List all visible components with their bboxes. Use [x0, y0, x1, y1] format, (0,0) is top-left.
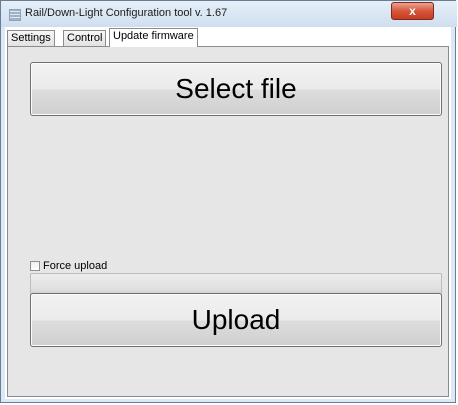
update-firmware-panel: Select file Force upload Upload: [7, 46, 449, 397]
tab-control[interactable]: Control: [63, 30, 107, 46]
client-area: Settings Control Update firmware Select …: [5, 27, 451, 399]
force-upload-checkbox[interactable]: [30, 261, 40, 271]
upload-button[interactable]: Upload: [30, 293, 442, 347]
force-upload-label: Force upload: [43, 260, 108, 272]
tab-settings[interactable]: Settings: [7, 30, 55, 46]
close-icon: x: [409, 4, 416, 18]
app-icon: [9, 9, 21, 21]
select-file-button[interactable]: Select file: [30, 62, 442, 116]
close-button[interactable]: x: [391, 2, 434, 20]
force-upload-option[interactable]: Force upload: [30, 259, 107, 273]
window-title: Rail/Down-Light Configuration tool v. 1.…: [25, 7, 228, 19]
tab-update-firmware[interactable]: Update firmware: [109, 28, 198, 47]
main-window: Rail/Down-Light Configuration tool v. 1.…: [0, 0, 457, 403]
title-bar[interactable]: Rail/Down-Light Configuration tool v. 1.…: [1, 1, 457, 27]
